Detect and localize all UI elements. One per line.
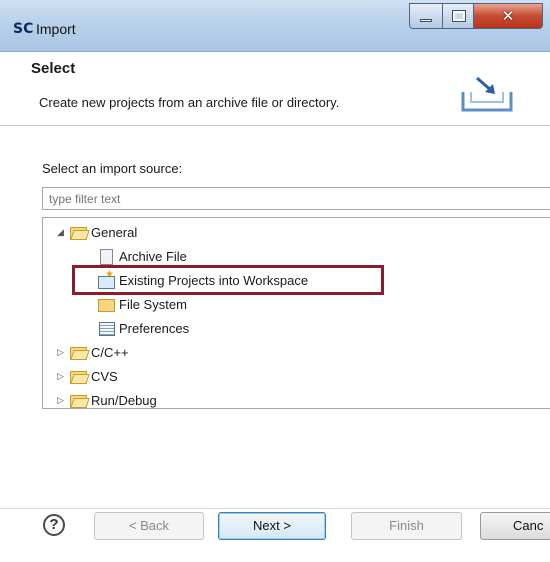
page-title: Select: [31, 60, 76, 77]
tree-item-label: Run/Debug: [91, 392, 157, 408]
existing-projects-icon: [97, 269, 115, 289]
archive-file-icon: [97, 248, 115, 265]
tree-item-label: File System: [119, 296, 187, 312]
help-icon[interactable]: ?: [43, 514, 65, 536]
minimize-icon: [420, 19, 432, 22]
back-button[interactable]: < Back: [94, 512, 204, 540]
next-button[interactable]: Next >: [218, 512, 326, 540]
tree-item-file-system[interactable]: File System: [97, 294, 187, 314]
tree-item-label: C/C++: [91, 344, 129, 360]
tree-item-preferences[interactable]: Preferences: [97, 318, 189, 338]
tree-item-label: Existing Projects into Workspace: [119, 272, 309, 288]
import-wizard-icon: [461, 76, 513, 112]
window-title: Import: [36, 21, 76, 37]
tree-item-label: Preferences: [119, 320, 190, 336]
expanded-arrow-icon[interactable]: ◢: [57, 226, 69, 238]
folder-icon: [69, 392, 87, 408]
folder-icon: [69, 368, 87, 384]
tree-item-existing-projects[interactable]: Existing Projects into Workspace: [97, 269, 309, 290]
maximize-icon: [452, 10, 466, 22]
minimize-button[interactable]: [409, 3, 443, 29]
collapsed-arrow-icon[interactable]: ▷: [57, 346, 69, 358]
close-icon: ✕: [501, 8, 515, 25]
collapsed-arrow-icon[interactable]: ▷: [57, 394, 69, 406]
maximize-button[interactable]: [442, 3, 474, 29]
tree-item-label: Archive File: [119, 248, 187, 264]
tree-item-run-debug[interactable]: ▷ Run/Debug: [57, 390, 157, 408]
tree-item-cpp[interactable]: ▷ C/C++: [57, 342, 129, 362]
tree-item-label: CVS: [91, 368, 118, 384]
wizard-header: Select Create new projects from an archi…: [0, 52, 550, 126]
tree-item-cvs[interactable]: ▷ CVS: [57, 366, 118, 386]
close-button[interactable]: ✕: [473, 3, 543, 29]
tree-item-archive-file[interactable]: Archive File: [97, 246, 187, 266]
import-dialog: SC Import ✕ Select Create new projects f…: [0, 0, 550, 562]
button-bar-divider: [0, 508, 550, 509]
import-source-tree[interactable]: ◢ General Archive File Existing Projects…: [42, 217, 550, 409]
page-description: Create new projects from an archive file…: [39, 95, 340, 110]
app-logo: SC: [13, 21, 34, 37]
preferences-icon: [97, 320, 115, 336]
file-system-icon: [97, 296, 115, 312]
title-bar[interactable]: SC Import ✕: [0, 0, 550, 52]
tree-item-label: General: [91, 224, 138, 240]
tree-item-general[interactable]: ◢ General: [57, 222, 137, 242]
folder-icon: [69, 344, 87, 360]
finish-button[interactable]: Finish: [351, 512, 462, 540]
filter-input[interactable]: [42, 187, 550, 210]
import-source-label: Select an import source:: [42, 161, 183, 176]
folder-open-icon: [69, 224, 87, 240]
collapsed-arrow-icon[interactable]: ▷: [57, 370, 69, 382]
cancel-button[interactable]: Canc: [480, 512, 550, 540]
